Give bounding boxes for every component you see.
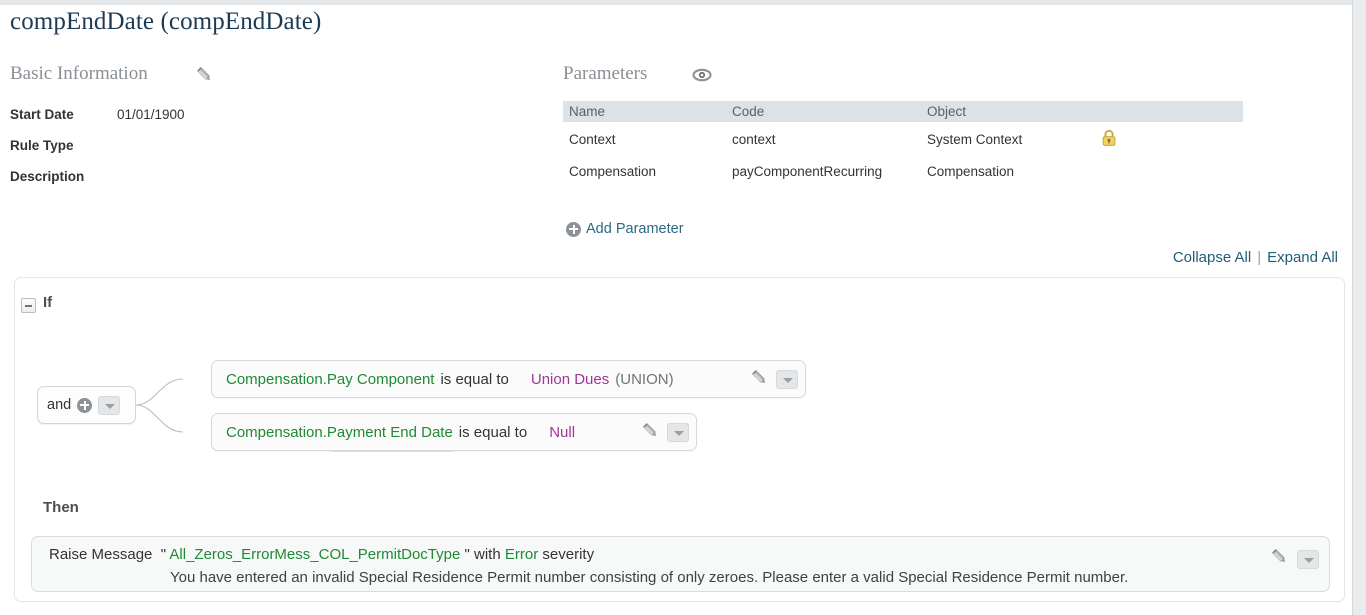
- condition-row[interactable]: Compensation.Payment End Date is equal t…: [211, 413, 697, 451]
- cell-param-object: System Context: [927, 132, 1023, 147]
- action-verb: Raise Message: [49, 546, 153, 563]
- then-label: Then: [43, 499, 79, 516]
- add-parameter-button[interactable]: Add Parameter: [566, 221, 684, 237]
- cell-param-name: Compensation: [569, 164, 657, 179]
- parameters-table: Name Code Object Context context System …: [563, 101, 1243, 186]
- circle-plus-icon: [566, 221, 581, 237]
- condition-tools: [749, 367, 798, 392]
- page-title: compEndDate (compEndDate): [10, 8, 322, 35]
- column-header-object: Object: [921, 101, 1093, 122]
- expand-all-link[interactable]: Expand All: [1267, 249, 1338, 266]
- rule-editor-page: compEndDate (compEndDate) Basic Informat…: [0, 0, 1366, 615]
- pencil-icon[interactable]: [194, 64, 216, 86]
- basic-information-heading: Basic Information: [10, 63, 148, 84]
- lock-icon: [1101, 129, 1117, 150]
- condition-field: Compensation.Payment End Date: [226, 423, 453, 441]
- tree-controls: Collapse All | Expand All: [1173, 249, 1338, 266]
- chevron-down-icon[interactable]: [667, 422, 689, 442]
- minus-box-icon[interactable]: [21, 298, 36, 313]
- field-label-rule-type: Rule Type: [10, 138, 74, 153]
- logical-operator-node[interactable]: and: [37, 386, 136, 424]
- column-header-code: Code: [726, 101, 921, 122]
- action-with-label: with: [474, 546, 501, 563]
- field-value-start-date: 01/01/1900: [117, 107, 185, 122]
- action-severity-suffix: severity: [542, 546, 595, 563]
- cell-param-lock: [1093, 157, 1243, 186]
- action-message-text: You have entered an invalid Special Resi…: [170, 569, 1129, 586]
- condition-field: Compensation.Pay Component: [226, 370, 435, 388]
- tree-controls-separator: |: [1257, 249, 1262, 266]
- pencil-icon[interactable]: [1269, 546, 1290, 572]
- condition-operator: is equal to: [458, 423, 528, 441]
- table-header-row: Name Code Object: [563, 101, 1243, 122]
- condition-operator: is equal to: [440, 370, 509, 388]
- window-right-strip: [1352, 0, 1366, 615]
- cell-param-code: context: [732, 132, 776, 147]
- action-message-key: All_Zeros_ErrorMess_COL_PermitDocType: [169, 546, 461, 563]
- column-header-blank: [1093, 101, 1243, 122]
- add-parameter-label: Add Parameter: [586, 221, 684, 237]
- table-row[interactable]: Compensation payComponentRecurring Compe…: [563, 157, 1243, 186]
- action-line-primary: Raise Message " All_Zeros_ErrorMess_COL_…: [49, 546, 594, 563]
- action-tools: [1269, 546, 1319, 572]
- rule-body-container: If and Compensation.Pay Component is equ…: [14, 277, 1345, 602]
- condition-value: Null: [549, 423, 576, 441]
- condition-row[interactable]: Compensation.Pay Component is equal to U…: [211, 360, 806, 398]
- chevron-down-icon[interactable]: [98, 395, 121, 415]
- if-label: If: [43, 294, 53, 311]
- cell-param-code: payComponentRecurring: [732, 164, 883, 179]
- field-label-start-date: Start Date: [10, 107, 74, 122]
- eye-icon[interactable]: [691, 64, 713, 86]
- quote-open: ": [160, 546, 167, 563]
- cell-param-name: Context: [569, 132, 616, 147]
- condition-value-code: (UNION): [615, 370, 674, 388]
- field-label-description: Description: [10, 169, 85, 184]
- action-severity: Error: [504, 546, 539, 563]
- quote-close: ": [464, 546, 470, 563]
- pencil-icon[interactable]: [749, 367, 770, 392]
- collapse-all-link[interactable]: Collapse All: [1173, 249, 1251, 266]
- condition-tools: [640, 420, 689, 445]
- pencil-icon[interactable]: [640, 420, 661, 445]
- cell-param-lock: [1093, 122, 1243, 157]
- chevron-down-icon[interactable]: [1297, 549, 1319, 569]
- cell-param-object: Compensation: [927, 164, 1015, 179]
- parameters-heading: Parameters: [563, 63, 648, 84]
- table-row[interactable]: Context context System Context: [563, 122, 1243, 157]
- condition-value: Union Dues: [530, 370, 610, 388]
- column-header-name: Name: [563, 101, 726, 122]
- chevron-down-icon[interactable]: [776, 369, 798, 389]
- connector-lines: [135, 378, 184, 433]
- circle-plus-icon[interactable]: [77, 397, 93, 413]
- window-top-strip: [0, 0, 1366, 5]
- operator-label: and: [47, 397, 72, 413]
- action-raise-message[interactable]: Raise Message " All_Zeros_ErrorMess_COL_…: [31, 536, 1330, 592]
